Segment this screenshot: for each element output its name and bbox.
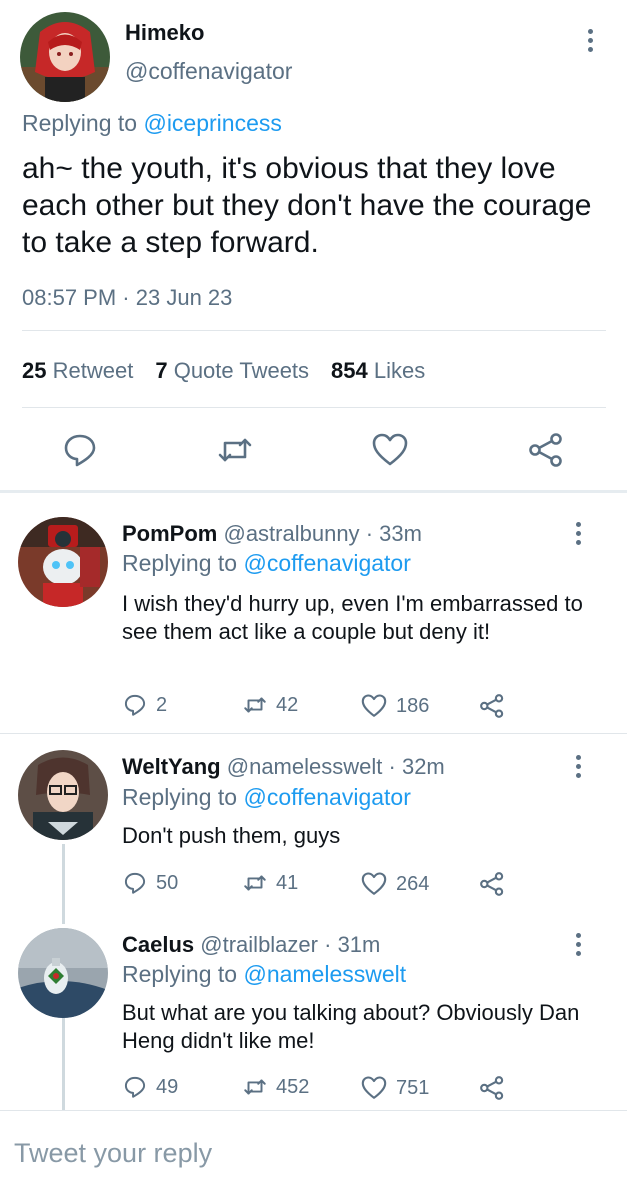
share-icon [480, 872, 504, 896]
reply-actions: 50 41 264 [122, 870, 522, 900]
avatar[interactable] [20, 12, 110, 102]
reply-button[interactable]: 50 [122, 870, 178, 896]
like-count: 751 [396, 1076, 430, 1099]
more-options-icon[interactable] [568, 751, 588, 781]
retweet-icon [244, 1079, 266, 1095]
reply-icon[interactable] [60, 430, 100, 470]
divider [22, 330, 606, 331]
reply-tweet[interactable]: WeltYang @namelesswelt · 32m Replying to… [0, 734, 627, 914]
share-button[interactable] [478, 1074, 506, 1102]
author-handle[interactable]: @coffenavigator [125, 58, 292, 85]
reply-icon [124, 1076, 146, 1098]
reply-actions: 49 452 751 [122, 1074, 522, 1104]
replying-to: Replying to @namelesswelt [122, 961, 407, 987]
retweet-icon [244, 875, 266, 891]
retweet-button[interactable]: 41 [242, 870, 298, 896]
like-button[interactable]: 751 [360, 1074, 429, 1102]
more-options-icon[interactable] [568, 929, 588, 959]
retweet-count: 452 [276, 1075, 310, 1098]
author-name[interactable]: PomPom [122, 521, 217, 546]
author-name[interactable]: Himeko [125, 20, 204, 46]
author-name[interactable]: WeltYang [122, 754, 221, 779]
retweet-button[interactable]: 452 [242, 1074, 309, 1100]
tweet-timestamp[interactable]: 08:57 PM · 23 Jun 23 [22, 285, 232, 311]
replying-to-link[interactable]: @iceprincess [143, 110, 281, 136]
share-icon[interactable] [526, 430, 566, 470]
author-handle[interactable]: @astralbunny [223, 521, 359, 546]
like-count: 186 [396, 694, 430, 717]
reply-actions: 2 42 186 [122, 692, 522, 722]
retweet-button[interactable]: 42 [242, 692, 298, 718]
reply-time[interactable]: 32m [402, 754, 445, 779]
share-button[interactable] [478, 692, 506, 720]
share-button[interactable] [478, 870, 506, 898]
avatar[interactable] [18, 517, 108, 607]
reply-button[interactable]: 2 [122, 692, 167, 718]
reply-icon [124, 694, 146, 716]
likes-stat[interactable]: 854 Likes [331, 358, 425, 384]
thread-line [62, 1018, 65, 1110]
reply-time[interactable]: 31m [338, 932, 381, 957]
like-icon[interactable] [370, 430, 410, 470]
replying-to: Replying to @coffenavigator [122, 550, 411, 576]
reply-composer [0, 1110, 627, 1200]
share-icon [480, 1076, 504, 1100]
like-button[interactable]: 264 [360, 870, 429, 898]
reply-header: WeltYang @namelesswelt · 32m [122, 754, 445, 779]
reply-text: I wish they'd hurry up, even I'm embarra… [122, 591, 583, 644]
reply-header: PomPom @astralbunny · 33m [122, 521, 422, 546]
avatar[interactable] [18, 750, 108, 840]
retweet-count: 41 [276, 871, 299, 894]
replying-to-link[interactable]: @namelesswelt [243, 961, 406, 987]
like-count: 264 [396, 872, 430, 895]
retweet-stat[interactable]: 25 Retweet [22, 358, 133, 384]
reply-count: 50 [156, 871, 179, 894]
like-icon [361, 872, 387, 895]
author-name[interactable]: Caelus [122, 932, 194, 957]
reply-text: Don't push them, guys [122, 823, 341, 848]
like-button[interactable]: 186 [360, 692, 429, 720]
replying-to-link[interactable]: @coffenavigator [243, 550, 410, 576]
main-tweet: Himeko @coffenavigator Replying to @icep… [0, 0, 627, 490]
reply-tweet[interactable]: Caelus @trailblazer · 31m Replying to @n… [0, 914, 627, 1110]
reply-tweet[interactable]: PomPom @astralbunny · 33m Replying to @c… [0, 493, 627, 733]
like-icon [361, 694, 387, 717]
reply-time[interactable]: 33m [379, 521, 422, 546]
tweet-actions [0, 430, 627, 475]
quote-stat[interactable]: 7 Quote Tweets [155, 358, 309, 384]
reply-button[interactable]: 49 [122, 1074, 178, 1100]
divider [22, 407, 606, 408]
reply-count: 2 [156, 693, 168, 716]
tweet-stats: 25 Retweet 7 Quote Tweets 854 Likes [22, 358, 425, 384]
thread-line [62, 844, 65, 924]
more-options-icon[interactable] [580, 25, 600, 55]
reply-header: Caelus @trailblazer · 31m [122, 932, 381, 957]
reply-count: 49 [156, 1075, 179, 1098]
more-options-icon[interactable] [568, 518, 588, 548]
author-handle[interactable]: @trailblazer [200, 932, 318, 957]
like-icon [361, 1076, 387, 1099]
replying-to: Replying to @coffenavigator [122, 784, 411, 810]
retweet-icon [244, 697, 266, 713]
retweet-count: 42 [276, 693, 299, 716]
reply-icon [124, 872, 146, 894]
replying-to: Replying to @iceprincess [22, 110, 282, 136]
retweet-icon[interactable] [215, 430, 255, 470]
reply-input[interactable] [14, 1133, 604, 1173]
reply-text: But what are you talking about? Obviousl… [122, 1000, 580, 1053]
avatar[interactable] [18, 928, 108, 1018]
author-handle[interactable]: @namelesswelt [227, 754, 383, 779]
share-icon [480, 694, 504, 718]
replying-to-link[interactable]: @coffenavigator [243, 784, 410, 810]
tweet-text: ah~ the youth, it's obvious that they lo… [22, 152, 592, 259]
